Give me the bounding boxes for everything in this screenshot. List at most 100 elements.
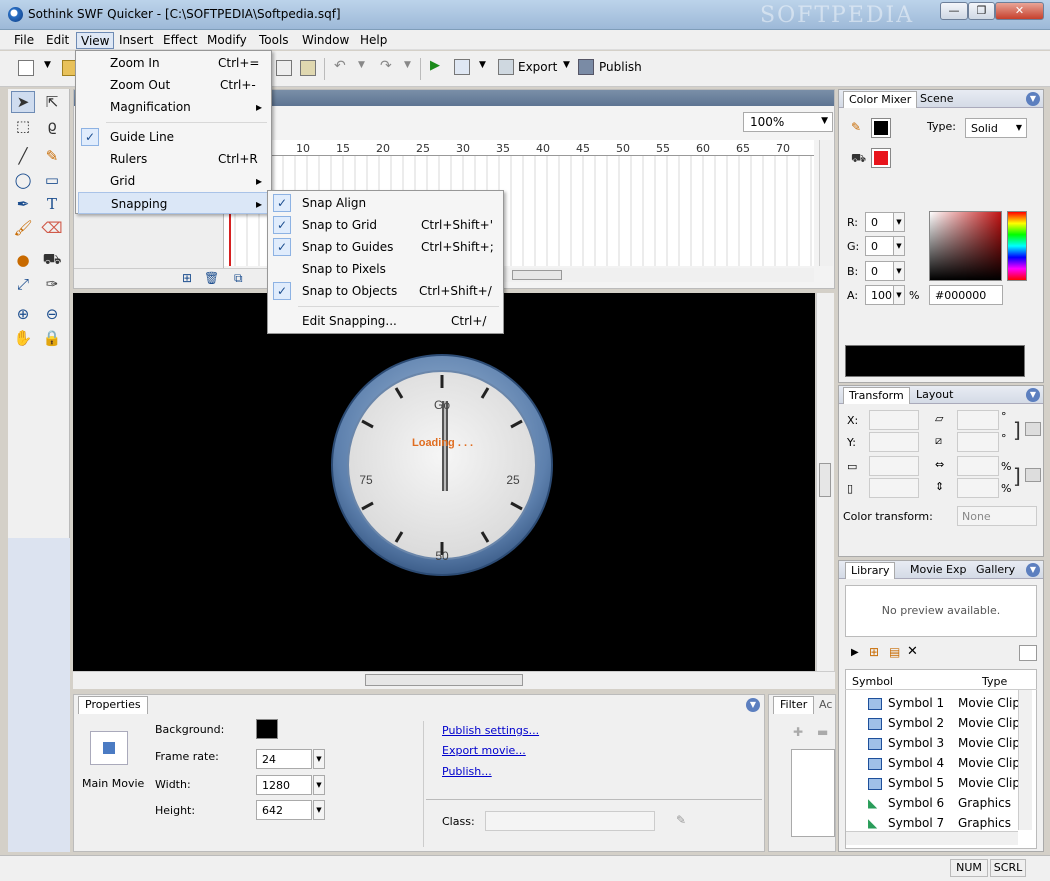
delete-icon[interactable]: ✕ — [907, 644, 918, 659]
oval-tool-icon[interactable]: ◯ — [11, 169, 35, 191]
color-picker-area[interactable] — [929, 211, 1002, 281]
paste-icon[interactable] — [300, 60, 316, 76]
rectangle-tool-icon[interactable]: ▭ — [40, 169, 64, 191]
filter-list[interactable] — [791, 749, 835, 837]
publish-link[interactable]: Publish... — [442, 765, 492, 778]
col-type-header[interactable]: Type — [982, 675, 1007, 688]
eyedropper-icon[interactable]: ✑ — [40, 273, 64, 295]
edit-icon[interactable]: ✎ — [676, 813, 686, 827]
menu-item-snap-to-objects[interactable]: ✓ Snap to Objects Ctrl+Shift+/ — [270, 280, 501, 302]
height-spinner[interactable]: ▼ — [313, 800, 325, 820]
paint-bucket-icon[interactable]: ⛟ — [40, 249, 64, 271]
add-layer-icon[interactable]: ⊞ — [182, 271, 192, 285]
list-item[interactable]: Symbol 2 — [888, 716, 944, 730]
fill-bucket-icon[interactable]: ⛟ — [851, 151, 866, 167]
publish-button[interactable]: Publish — [599, 60, 642, 74]
library-scrollbar[interactable] — [1018, 690, 1032, 830]
menu-item-snap-to-grid[interactable]: ✓ Snap to Grid Ctrl+Shift+' — [270, 214, 501, 236]
scale-h-field[interactable] — [957, 478, 999, 498]
preview-dropdown-icon[interactable]: ▼ — [479, 60, 486, 70]
pen-tool-icon[interactable]: ✒ — [11, 193, 35, 215]
constrain-icon[interactable] — [1025, 468, 1041, 482]
export-dropdown-icon[interactable]: ▼ — [563, 60, 570, 70]
x-field[interactable] — [869, 410, 919, 430]
timeline-horizontal-scrollbar[interactable] — [494, 268, 814, 282]
width-field[interactable]: 1280 — [256, 775, 312, 795]
menu-view[interactable]: View — [76, 32, 115, 49]
play-icon[interactable]: ▶ — [430, 58, 440, 73]
export-button[interactable]: Export — [518, 60, 557, 74]
redo-icon[interactable]: ↷ — [380, 58, 392, 74]
col-symbol-header[interactable]: Symbol — [852, 675, 893, 688]
fill-color-swatch[interactable] — [871, 148, 891, 168]
menu-file[interactable]: File — [10, 32, 38, 49]
list-item[interactable]: Symbol 5 — [888, 776, 944, 790]
text-tool-icon[interactable]: T — [40, 193, 64, 215]
hue-slider[interactable] — [1007, 211, 1027, 281]
constrain-icon[interactable] — [1025, 422, 1041, 436]
scale-w-field[interactable] — [957, 456, 999, 476]
menu-window[interactable]: Window — [298, 32, 353, 49]
r-spinner[interactable]: ▼ — [893, 212, 905, 232]
tab-gallery[interactable]: Gallery — [971, 562, 1020, 579]
new-folder-icon[interactable]: ▤ — [889, 645, 900, 659]
menu-item-snap-to-pixels[interactable]: Snap to Pixels — [270, 258, 501, 280]
height-field[interactable]: 642 — [256, 800, 312, 820]
arrow-tool-icon[interactable]: ➤ — [11, 91, 35, 113]
tab-filter[interactable]: Filter — [773, 696, 815, 714]
list-item[interactable]: Symbol 7 — [888, 816, 944, 830]
class-field[interactable] — [485, 811, 655, 831]
menu-item-snap-to-guides[interactable]: ✓ Snap to Guides Ctrl+Shift+; — [270, 236, 501, 258]
zoom-out-icon[interactable]: ⊖ — [40, 303, 64, 325]
stroke-color-swatch[interactable] — [871, 118, 891, 138]
zoom-select[interactable]: 100% ▼ — [743, 112, 833, 132]
skew-h-field[interactable] — [957, 410, 999, 430]
frame-rate-spinner[interactable]: ▼ — [313, 749, 325, 769]
menu-item-snap-align[interactable]: ✓ Snap Align — [270, 192, 501, 214]
eraser-tool-icon[interactable]: ⌫ — [40, 217, 64, 239]
panel-menu-icon[interactable]: ▼ — [1026, 388, 1040, 402]
menu-tools[interactable]: Tools — [255, 32, 293, 49]
timeline-vertical-scrollbar[interactable] — [819, 140, 833, 266]
tab-movie-explorer[interactable]: Movie Exp — [905, 562, 972, 579]
lock-icon[interactable]: 🔒 — [40, 327, 64, 349]
menu-item-edit-snapping[interactable]: Edit Snapping... Ctrl+/ — [270, 310, 501, 332]
redo-dropdown-icon[interactable]: ▼ — [404, 60, 411, 70]
frame-icon[interactable]: ⧉ — [234, 271, 243, 286]
menu-item-magnification[interactable]: Magnification ▸ — [78, 96, 269, 118]
y-field[interactable] — [869, 432, 919, 452]
list-item[interactable]: Symbol 1 — [888, 696, 944, 710]
undo-dropdown-icon[interactable]: ▼ — [358, 60, 365, 70]
menu-edit[interactable]: Edit — [42, 32, 73, 49]
export-movie-link[interactable]: Export movie... — [442, 744, 526, 757]
frame-rate-field[interactable]: 24 — [256, 749, 312, 769]
close-button[interactable]: ✕ — [995, 2, 1044, 20]
h-field[interactable] — [869, 478, 919, 498]
tab-library[interactable]: Library — [845, 562, 896, 579]
fill-type-select[interactable]: Solid ▼ — [965, 118, 1027, 138]
list-item[interactable]: Symbol 6 — [888, 796, 944, 810]
menu-help[interactable]: Help — [356, 32, 391, 49]
new-symbol-icon[interactable]: ⊞ — [869, 645, 879, 659]
panel-menu-icon[interactable]: ▼ — [1026, 92, 1040, 106]
stage[interactable]: Go 25 50 75 Loading . . . — [73, 293, 815, 671]
transform-tool-icon[interactable]: ⬚ — [11, 115, 35, 137]
fill-transform-icon[interactable]: ⤢ — [11, 273, 35, 295]
preview-icon[interactable] — [454, 59, 470, 75]
background-color-swatch[interactable] — [256, 719, 278, 739]
tab-transform[interactable]: Transform — [843, 387, 910, 404]
hex-field[interactable]: #000000 — [929, 285, 1003, 305]
menu-item-zoom-in[interactable]: Zoom In Ctrl+= — [78, 52, 269, 74]
stage-vertical-scrollbar[interactable] — [816, 293, 834, 671]
minimize-button[interactable]: — — [940, 2, 968, 20]
menu-item-snapping[interactable]: Snapping ▸ — [78, 192, 269, 214]
brush-tool-icon[interactable]: 🖌 — [11, 217, 35, 239]
b-spinner[interactable]: ▼ — [893, 261, 905, 281]
menu-modify[interactable]: Modify — [203, 32, 251, 49]
line-tool-icon[interactable]: ╱ — [11, 145, 35, 167]
tab-layout[interactable]: Layout — [911, 387, 958, 404]
new-file-icon[interactable] — [18, 60, 34, 76]
publish-settings-link[interactable]: Publish settings... — [442, 724, 539, 737]
undo-icon[interactable]: ↶ — [334, 58, 346, 74]
pencil-tool-icon[interactable]: ✎ — [40, 145, 64, 167]
